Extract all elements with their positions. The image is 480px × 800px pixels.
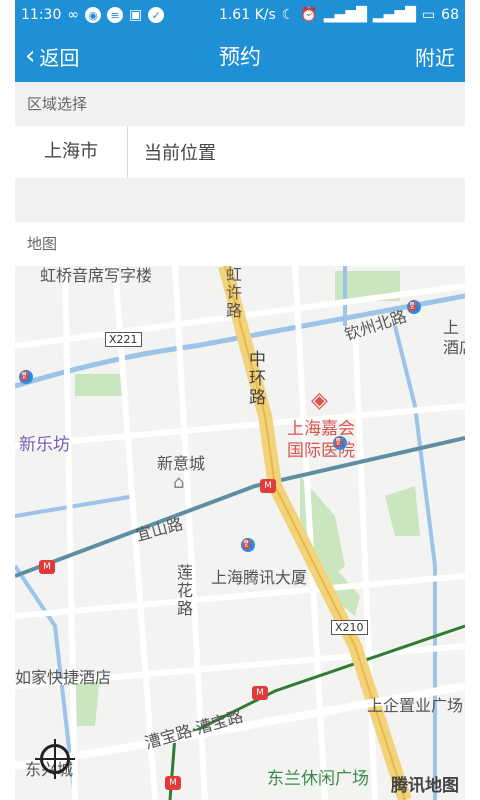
map-label-hongqiao: 虹桥音席写字楼 [40,266,153,285]
road-tag-x221: X221 [105,332,142,347]
metro-station-icon: M [260,479,276,493]
map-label-xinyi-city: 新意城 [157,454,206,473]
network-speed: 1.61 K/s [218,7,276,23]
hospital-icon: ◈ [311,388,328,413]
map-label-donglan-plaza: 东兰休闲广场 [267,769,369,789]
map-label-hongxu-road: 虹许路 [223,266,242,320]
region-section-label: 区域选择 [15,82,465,126]
map-label-tencent-building: 上海腾讯大厦 [211,568,308,587]
nav-bar: ‹ 返回 预约 附近 [15,30,465,82]
infinity-icon: ∞ [67,7,80,23]
map-label-lianhua-road: 莲花路 [174,564,193,618]
gas-station-icon: ⛽ [407,300,421,314]
nearby-button[interactable]: 附近 [415,42,455,71]
image-icon: ▣ [129,7,143,23]
map-watermark: 腾讯地图 [391,776,459,796]
alarm-icon: ⏰ [300,7,318,23]
back-button[interactable]: ‹ 返回 [25,42,79,71]
map-label-home-inn: 如家快捷酒店 [15,668,112,687]
gas-station-icon: ⛽ [333,436,347,450]
map-label-xinlefang: 新乐坊 [19,435,70,455]
region-selector: 上海市 当前位置 [15,126,465,179]
location-selector[interactable]: 当前位置 [128,139,216,165]
metro-station-icon: M [252,686,268,700]
map-label-hotel-partial: 上 酒店 [443,318,465,357]
battery-level: 68 [441,7,459,23]
metro-station-icon: M [39,560,55,574]
gas-station-icon: ⛽ [19,370,33,384]
back-label: 返回 [39,45,80,70]
building-icon: ⌂ [173,472,185,493]
eye-icon: ◉ [85,7,102,23]
chat-icon: ≡ [107,7,124,23]
check-icon: ✓ [148,7,165,23]
chevron-left-icon: ‹ [25,41,36,71]
signal-2-icon: ▂▄▆█ [372,7,416,23]
battery-icon: ▭ [421,7,436,23]
signal-icon: ▂▄▆█ [323,7,367,23]
map-label-shangqi-plaza: 上企置业广场 [367,696,464,715]
city-selector[interactable]: 上海市 [15,126,128,178]
map-view[interactable]: 虹桥音席写字楼 虹许路 钦州北路 上 酒店 中环路 ◈ 上海嘉会 国际医院 新乐… [15,266,465,800]
page-title: 预约 [219,45,261,69]
status-time: 11:30 [21,7,62,23]
spacer [15,178,465,222]
metro-station-icon: M [165,776,181,790]
gas-station-icon: ⛽ [241,538,255,552]
map-label-zhonghuan-road: 中环路 [245,350,265,407]
map-section-label: 地图 [15,222,465,266]
status-bar: 11:30 ∞ ◉ ≡ ▣ ✓ 1.61 K/s ☾ ⏰ ▂▄▆█ ▂▄▆█ ▭… [15,0,465,30]
road-tag-x210: X210 [331,620,368,635]
moon-icon: ☾ [281,7,295,23]
locate-me-button[interactable] [40,744,70,774]
